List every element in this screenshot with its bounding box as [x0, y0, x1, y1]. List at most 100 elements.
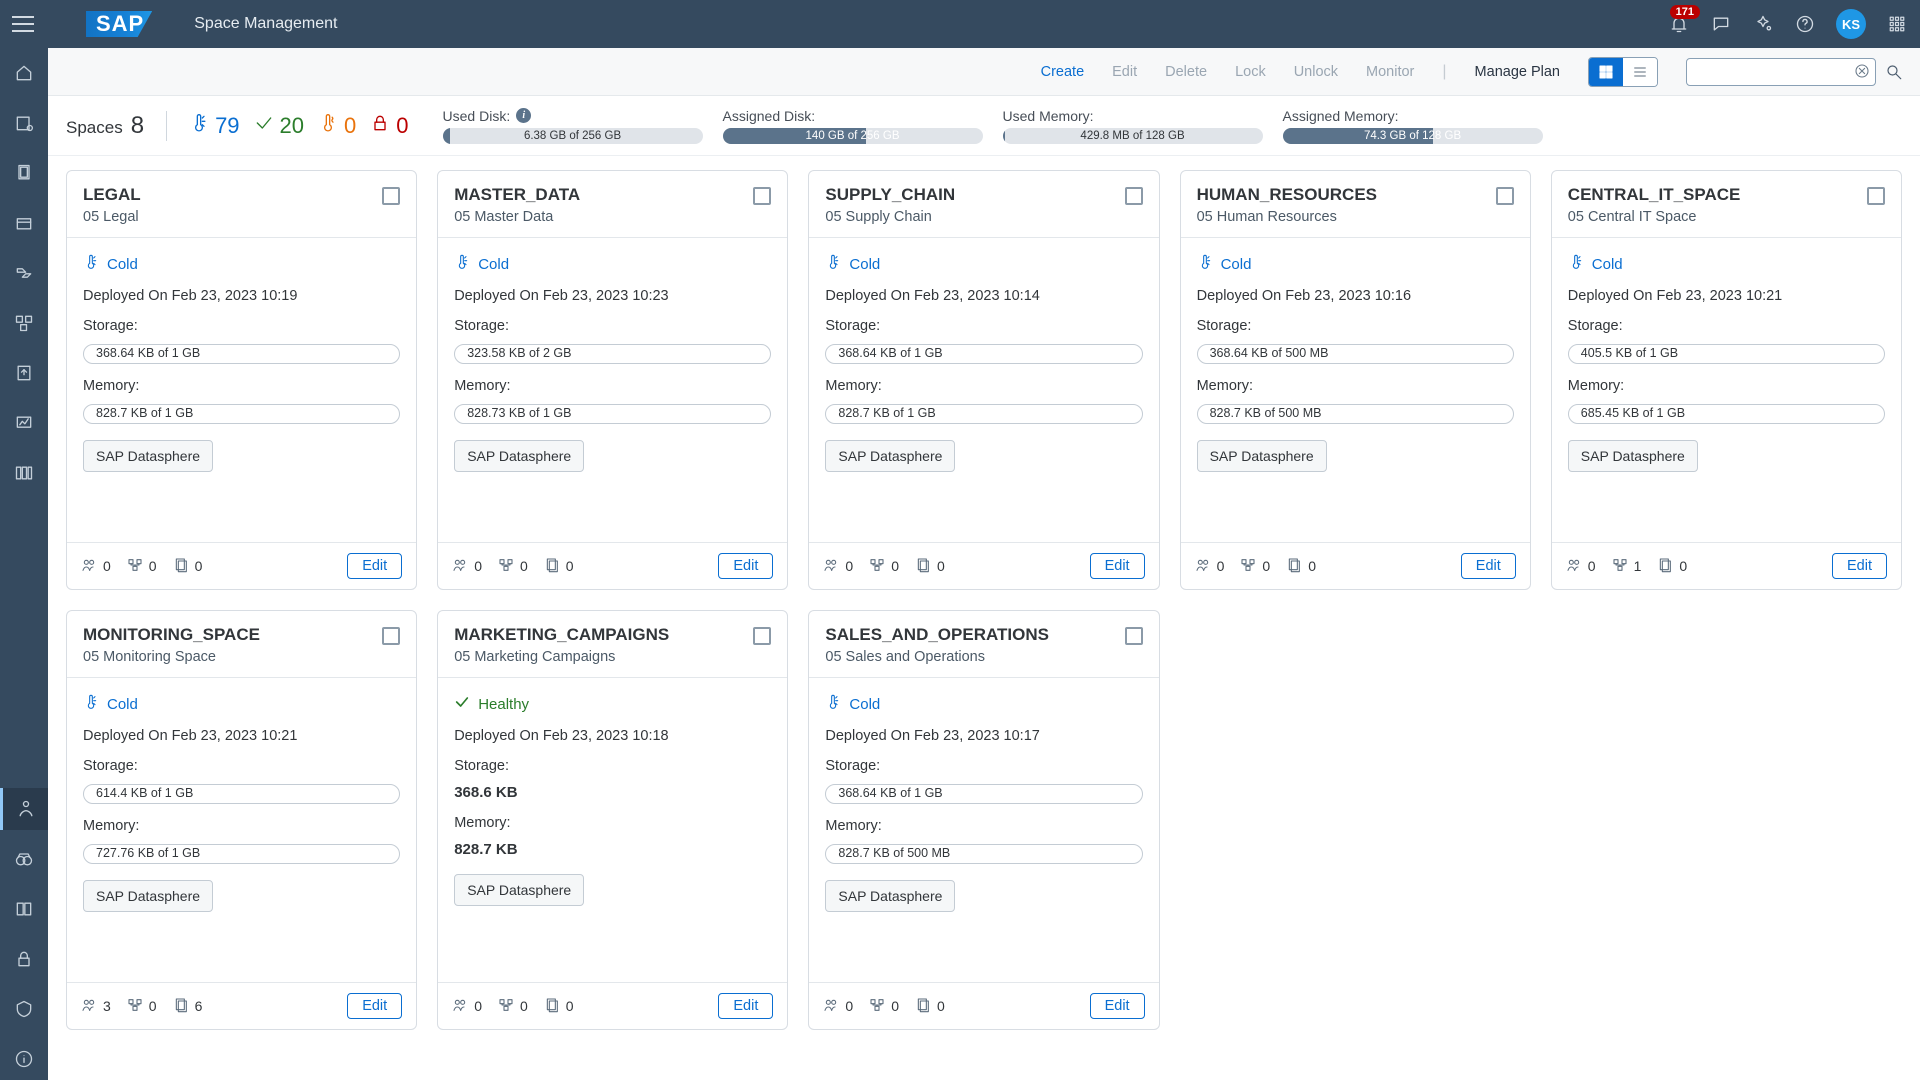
card-body: HealthyDeployed On Feb 23, 2023 10:18Sto…	[438, 678, 787, 982]
action-unlock[interactable]: Unlock	[1294, 64, 1338, 80]
card-status: Cold	[454, 250, 771, 278]
card-body: ColdDeployed On Feb 23, 2023 10:21Storag…	[67, 678, 416, 982]
users-icon	[452, 557, 468, 576]
stat-locked[interactable]: 0	[370, 113, 408, 139]
card-checkbox[interactable]	[1125, 187, 1143, 205]
app-launcher-icon[interactable]	[1886, 13, 1908, 35]
nav-learning[interactable]	[0, 888, 48, 930]
action-create[interactable]: Create	[1041, 64, 1085, 80]
metric-text: 74.3 GB of 128 GB	[1283, 128, 1543, 144]
copies-icon	[915, 997, 931, 1016]
thermometer-hot-icon	[318, 111, 338, 140]
edit-button[interactable]: Edit	[1461, 553, 1516, 579]
nav-repo[interactable]	[0, 102, 48, 144]
view-grid-button[interactable]	[1589, 58, 1623, 86]
toolbar-actions: Create Edit Delete Lock Unlock Monitor |…	[1041, 63, 1560, 81]
metric-block: Used Memory:429.8 MB of 128 GB	[1003, 108, 1263, 144]
metric-block: Assigned Memory:74.3 GB of 128 GB	[1283, 108, 1543, 144]
side-nav-toggle[interactable]	[12, 13, 34, 35]
space-card[interactable]: CENTRAL_IT_SPACE05 Central IT SpaceColdD…	[1551, 170, 1902, 590]
card-status: Cold	[1197, 250, 1514, 278]
space-tag: SAP Datasphere	[1568, 440, 1698, 472]
space-card[interactable]: SALES_AND_OPERATIONS05 Sales and Operati…	[808, 610, 1159, 1030]
card-title: SALES_AND_OPERATIONS	[825, 625, 1116, 645]
nav-security[interactable]	[0, 938, 48, 980]
search-clear-icon[interactable]	[1854, 63, 1870, 84]
card-checkbox[interactable]	[1125, 627, 1143, 645]
stat-deploys: 0	[498, 557, 528, 576]
shell-left: SAP Space Management	[12, 11, 337, 37]
cards-grid: LEGAL05 LegalColdDeployed On Feb 23, 202…	[66, 170, 1902, 1030]
storage-bar: 368.64 KB of 1 GB	[83, 344, 400, 364]
nav-space-management[interactable]	[0, 788, 48, 830]
storage-bar: 368.64 KB of 1 GB	[825, 784, 1142, 804]
nav-clipboard[interactable]	[0, 152, 48, 194]
sap-logo: SAP	[86, 11, 152, 37]
nav-monitor[interactable]	[0, 402, 48, 444]
stat-healthy[interactable]: 20	[254, 113, 304, 139]
card-title: HUMAN_RESOURCES	[1197, 185, 1488, 205]
edit-button[interactable]: Edit	[718, 553, 773, 579]
nav-share[interactable]	[0, 352, 48, 394]
nav-home[interactable]	[0, 52, 48, 94]
search-input[interactable]	[1686, 58, 1876, 86]
space-tag: SAP Datasphere	[825, 880, 955, 912]
card-checkbox[interactable]	[382, 627, 400, 645]
edit-button[interactable]: Edit	[718, 993, 773, 1019]
help-icon[interactable]	[1794, 13, 1816, 35]
storage-label: Storage:	[1568, 314, 1885, 334]
card-checkbox[interactable]	[753, 627, 771, 645]
nav-audit[interactable]	[0, 838, 48, 880]
action-manage-plan[interactable]: Manage Plan	[1475, 64, 1560, 80]
card-checkbox[interactable]	[753, 187, 771, 205]
users-icon	[81, 557, 97, 576]
action-lock[interactable]: Lock	[1235, 64, 1266, 80]
summary-strip: Spaces 8 79 20 0	[48, 96, 1920, 156]
copilot-icon[interactable]	[1752, 13, 1774, 35]
action-delete[interactable]: Delete	[1165, 64, 1207, 80]
memory-bar: 828.7 KB of 1 GB	[825, 404, 1142, 424]
space-card[interactable]: HUMAN_RESOURCES05 Human ResourcesColdDep…	[1180, 170, 1531, 590]
copies-icon	[173, 997, 189, 1016]
edit-button[interactable]: Edit	[347, 553, 402, 579]
nav-catalog[interactable]	[0, 202, 48, 244]
space-card[interactable]: LEGAL05 LegalColdDeployed On Feb 23, 202…	[66, 170, 417, 590]
stat-cold[interactable]: 79	[189, 111, 239, 140]
memory-bar: 828.7 KB of 500 MB	[825, 844, 1142, 864]
edit-button[interactable]: Edit	[347, 993, 402, 1019]
stat-users: 0	[823, 997, 853, 1016]
space-card[interactable]: SUPPLY_CHAIN05 Supply ChainColdDeployed …	[808, 170, 1159, 590]
space-card[interactable]: MARKETING_CAMPAIGNS05 Marketing Campaign…	[437, 610, 788, 1030]
storage-label: Storage:	[454, 314, 771, 334]
edit-button[interactable]: Edit	[1090, 993, 1145, 1019]
nav-flows[interactable]	[0, 252, 48, 294]
search-button[interactable]	[1880, 58, 1908, 86]
space-card[interactable]: MASTER_DATA05 Master DataColdDeployed On…	[437, 170, 788, 590]
notifications-icon[interactable]: 171	[1668, 13, 1690, 35]
edit-button[interactable]: Edit	[1832, 553, 1887, 579]
thermometer-cold-icon	[83, 694, 99, 714]
card-title: SUPPLY_CHAIN	[825, 185, 1116, 205]
card-deployed: Deployed On Feb 23, 2023 10:19	[83, 288, 400, 304]
card-checkbox[interactable]	[1867, 187, 1885, 205]
nav-transport[interactable]	[0, 988, 48, 1030]
back-button[interactable]	[50, 11, 70, 37]
space-card[interactable]: MONITORING_SPACE05 Monitoring SpaceColdD…	[66, 610, 417, 1030]
storage-bar: 368.64 KB of 1 GB	[825, 344, 1142, 364]
nav-models[interactable]	[0, 452, 48, 494]
action-monitor[interactable]: Monitor	[1366, 64, 1414, 80]
feedback-icon[interactable]	[1710, 13, 1732, 35]
card-body: ColdDeployed On Feb 23, 2023 10:17Storag…	[809, 678, 1158, 982]
edit-button[interactable]: Edit	[1090, 553, 1145, 579]
nav-about[interactable]	[0, 1038, 48, 1080]
stat-healthy-value: 20	[280, 113, 304, 139]
card-checkbox[interactable]	[382, 187, 400, 205]
stat-warning[interactable]: 0	[318, 111, 356, 140]
action-edit[interactable]: Edit	[1112, 64, 1137, 80]
nav-integrations[interactable]	[0, 302, 48, 344]
card-subtitle: 05 Monitoring Space	[83, 649, 374, 665]
info-icon[interactable]: i	[516, 108, 531, 123]
avatar[interactable]: KS	[1836, 9, 1866, 39]
view-list-button[interactable]	[1623, 58, 1657, 86]
card-checkbox[interactable]	[1496, 187, 1514, 205]
